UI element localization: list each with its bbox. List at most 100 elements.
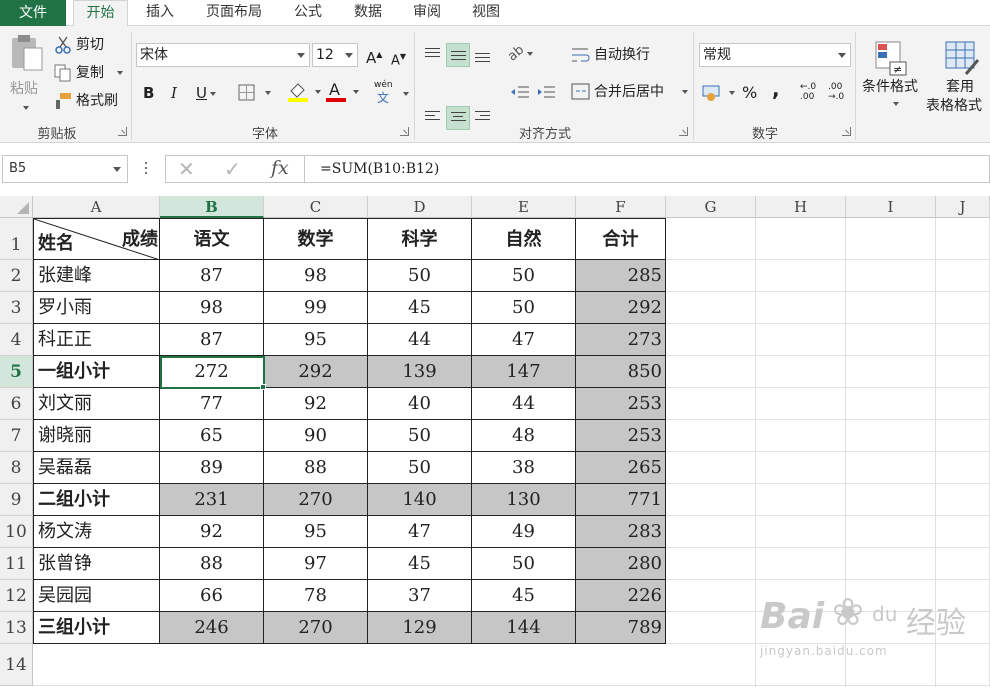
row-header-13[interactable]: 13 xyxy=(0,612,33,644)
row-header-3[interactable]: 3 xyxy=(0,292,33,324)
more-options-icon[interactable] xyxy=(145,162,149,176)
total-cell[interactable]: 292 xyxy=(576,292,666,324)
value-cell[interactable]: 129 xyxy=(368,612,472,644)
value-cell[interactable]: 270 xyxy=(264,484,368,516)
percent-button[interactable]: % xyxy=(742,84,757,102)
value-cell[interactable]: 50 xyxy=(368,452,472,484)
column-header-e[interactable]: E xyxy=(472,196,576,218)
column-header-h[interactable]: H xyxy=(756,196,846,218)
number-launcher-icon[interactable] xyxy=(842,127,851,136)
row-header-10[interactable]: 10 xyxy=(0,516,33,548)
tab-file[interactable]: 文件 xyxy=(0,0,66,27)
align-right-button[interactable] xyxy=(471,106,495,130)
row-header-2[interactable]: 2 xyxy=(0,260,33,292)
font-color-button[interactable]: A xyxy=(326,80,362,106)
row-header-11[interactable]: 11 xyxy=(0,548,33,580)
align-center-button[interactable] xyxy=(446,106,470,130)
increase-decimal-button[interactable]: ←.0 .00 xyxy=(800,82,824,108)
align-middle-button[interactable] xyxy=(446,43,470,67)
wrap-text-button[interactable]: 自动换行 xyxy=(571,45,681,67)
total-cell[interactable]: 253 xyxy=(576,388,666,420)
font-name-select[interactable]: 宋体 xyxy=(136,43,310,67)
name-cell[interactable]: 杨文涛 xyxy=(33,516,160,548)
value-cell[interactable]: 50 xyxy=(472,548,576,580)
value-cell[interactable]: 44 xyxy=(472,388,576,420)
value-cell[interactable]: 90 xyxy=(264,420,368,452)
subtotal-label-cell[interactable]: 一组小计 xyxy=(33,356,160,388)
value-cell[interactable]: 144 xyxy=(472,612,576,644)
value-cell[interactable]: 40 xyxy=(368,388,472,420)
header-diagonal-cell[interactable]: 姓名 成绩 xyxy=(33,218,160,260)
value-cell[interactable]: 92 xyxy=(264,388,368,420)
alignment-launcher-icon[interactable] xyxy=(679,127,688,136)
name-cell[interactable]: 张曾铮 xyxy=(33,548,160,580)
clipboard-launcher-icon[interactable] xyxy=(118,127,127,136)
paste-button[interactable]: 粘贴 xyxy=(6,34,44,114)
phonetic-button[interactable]: wén 文 xyxy=(374,80,410,106)
align-top-button[interactable] xyxy=(421,43,445,67)
conditional-format-button[interactable]: ≠ 条件格式 xyxy=(860,38,926,126)
value-cell[interactable]: 98 xyxy=(264,260,368,292)
value-cell[interactable]: 246 xyxy=(160,612,264,644)
format-as-table-button[interactable]: 套用 表格格式 xyxy=(926,38,990,126)
value-cell[interactable]: 292 xyxy=(264,356,368,388)
borders-button[interactable] xyxy=(238,84,274,104)
header-cell-c4[interactable]: 自然 xyxy=(472,218,576,260)
total-cell[interactable]: 850 xyxy=(576,356,666,388)
row-header-8[interactable]: 8 xyxy=(0,452,33,484)
value-cell[interactable]: 231 xyxy=(160,484,264,516)
bold-button[interactable]: B xyxy=(143,84,154,102)
formula-input[interactable]: =SUM(B10:B12) xyxy=(305,155,990,183)
value-cell[interactable]: 140 xyxy=(368,484,472,516)
fill-handle[interactable] xyxy=(260,384,266,390)
value-cell[interactable]: 99 xyxy=(264,292,368,324)
value-cell[interactable]: 97 xyxy=(264,548,368,580)
name-cell[interactable]: 吴磊磊 xyxy=(33,452,160,484)
copy-button[interactable]: 复制 xyxy=(54,64,126,84)
value-cell[interactable]: 47 xyxy=(472,324,576,356)
value-cell[interactable]: 98 xyxy=(160,292,264,324)
value-cell[interactable]: 45 xyxy=(472,580,576,612)
number-format-select[interactable]: 常规 xyxy=(699,43,851,67)
value-cell[interactable]: 50 xyxy=(472,292,576,324)
column-header-i[interactable]: I xyxy=(846,196,936,218)
align-bottom-button[interactable] xyxy=(471,43,495,67)
format-painter-button[interactable]: 格式刷 xyxy=(54,92,126,112)
tab-formulas[interactable]: 公式 xyxy=(283,0,333,27)
value-cell[interactable]: 147 xyxy=(472,356,576,388)
total-cell[interactable]: 226 xyxy=(576,580,666,612)
value-cell[interactable]: 87 xyxy=(160,260,264,292)
insert-function-icon[interactable]: fx xyxy=(271,157,289,179)
value-cell[interactable]: 95 xyxy=(264,324,368,356)
tab-review[interactable]: 审阅 xyxy=(402,0,452,27)
value-cell[interactable]: 45 xyxy=(368,292,472,324)
total-cell[interactable]: 789 xyxy=(576,612,666,644)
value-cell[interactable]: 38 xyxy=(472,452,576,484)
subtotal-label-cell[interactable]: 二组小计 xyxy=(33,484,160,516)
row-header-6[interactable]: 6 xyxy=(0,388,33,420)
tab-view[interactable]: 视图 xyxy=(461,0,511,27)
value-cell[interactable]: 47 xyxy=(368,516,472,548)
name-cell[interactable]: 张建峰 xyxy=(33,260,160,292)
row-header-1[interactable]: 1 xyxy=(0,218,33,260)
font-size-select[interactable]: 12 xyxy=(312,43,358,67)
total-cell[interactable]: 285 xyxy=(576,260,666,292)
accounting-format-button[interactable] xyxy=(702,83,736,105)
column-header-d[interactable]: D xyxy=(368,196,472,218)
underline-button[interactable]: U xyxy=(196,84,216,102)
total-cell[interactable]: 273 xyxy=(576,324,666,356)
total-cell[interactable]: 265 xyxy=(576,452,666,484)
fill-color-button[interactable] xyxy=(288,82,324,106)
header-cell-c2[interactable]: 数学 xyxy=(264,218,368,260)
total-cell[interactable]: 253 xyxy=(576,420,666,452)
total-cell[interactable]: 280 xyxy=(576,548,666,580)
total-cell[interactable]: 283 xyxy=(576,516,666,548)
name-cell[interactable]: 科正正 xyxy=(33,324,160,356)
header-cell-c1[interactable]: 语文 xyxy=(160,218,264,260)
enter-icon[interactable]: ✓ xyxy=(224,157,241,181)
decrease-decimal-button[interactable]: .00 →.0 xyxy=(828,82,852,108)
font-launcher-icon[interactable] xyxy=(400,127,409,136)
value-cell[interactable]: 77 xyxy=(160,388,264,420)
value-cell[interactable]: 92 xyxy=(160,516,264,548)
cut-button[interactable]: 剪切 xyxy=(54,36,114,56)
